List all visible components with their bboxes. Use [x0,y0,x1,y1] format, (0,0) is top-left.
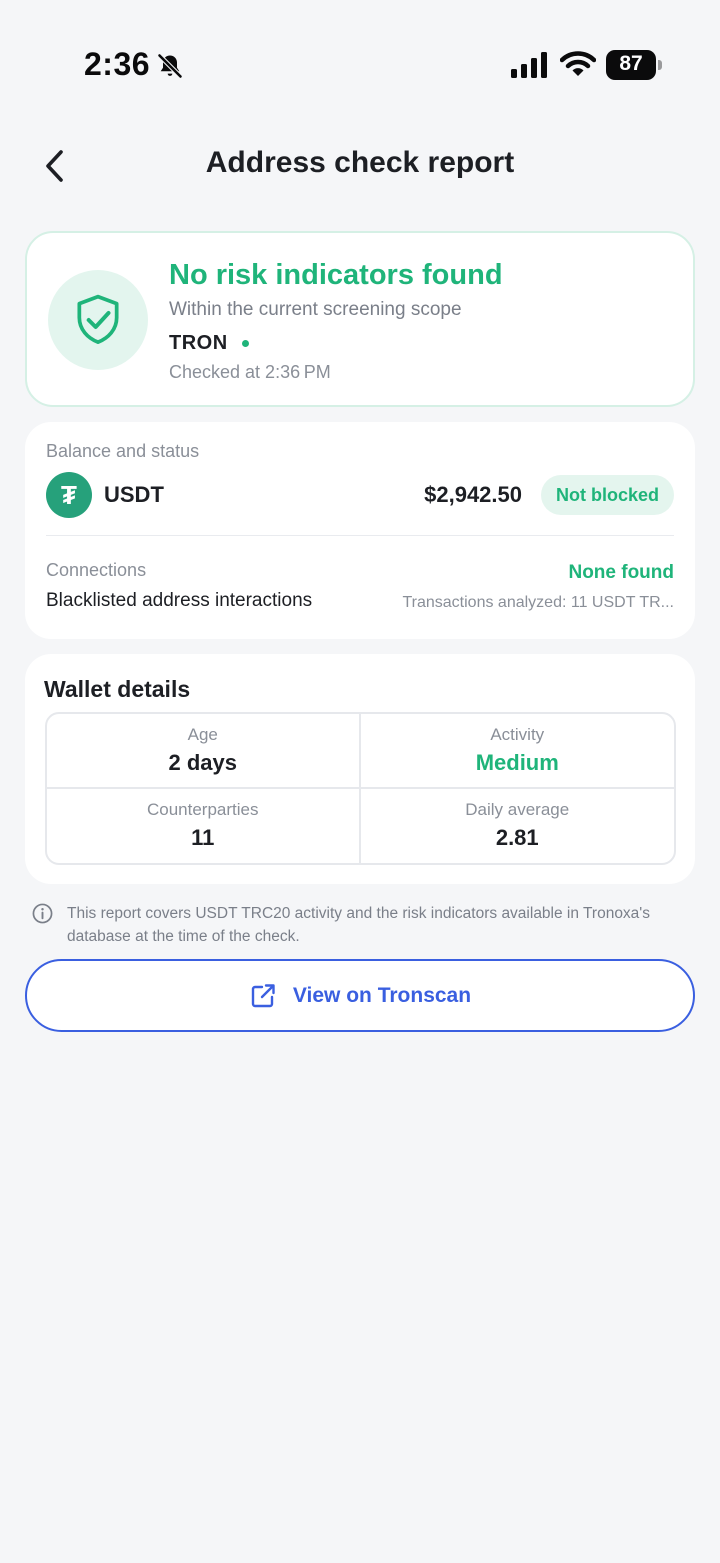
wallet-title: Wallet details [44,676,191,702]
stats-grid: Age 2 days Activity Medium Counterpartie… [45,712,676,865]
stat-value: 2.81 [495,825,539,851]
stat-label: Daily average [465,800,570,820]
stat-label: Age [187,724,218,744]
connections-text: Blacklisted address interactions [46,590,313,611]
connections-label: Connections [46,560,147,580]
balance-section-label: Balance and status [46,441,200,461]
result-card: No risk indicators found Within the curr… [25,231,695,407]
stat-value: Medium [475,749,559,775]
stat-label: Counterparties [146,800,259,820]
token-name: USDT [104,482,164,507]
stat-value: 11 [191,825,215,851]
shield-check-icon [77,294,119,345]
connections-status: None found [568,562,674,583]
page-title: Address check report [205,146,515,179]
wifi-icon [560,51,596,76]
stat-label: Activity [490,724,545,744]
balance-amount: $2,942.50 [424,482,522,507]
stat-counterparties: Counterparties 11 [47,788,361,863]
stat-activity: Activity Medium [360,714,674,789]
result-subtitle: Within the current screening scope [169,299,462,320]
external-link-icon [251,983,275,1007]
status-time: 2:36 [84,46,151,82]
disclaimer-text: This report covers USDT TRC20 activity a… [67,905,651,945]
wallet-card: Wallet details Age 2 days Activity Mediu… [25,654,695,884]
shield-badge [48,270,148,370]
connections-note: Transactions analyzed: 11 USDT TR... [402,594,674,611]
status-badge: Not blocked [540,475,674,515]
bell-muted-icon [157,53,183,79]
tether-icon: ₮ [46,472,92,518]
stat-age: Age 2 days [47,714,361,789]
screen: 2:36 87 Address check report No risk ind… [0,0,720,1563]
network-row: TRON [169,332,249,355]
checked-time: Checked at 2:36 PM [169,362,331,382]
network-name: TRON [169,332,228,354]
stat-daily-average: Daily average 2.81 [361,789,675,864]
divider [46,535,674,536]
stat-value: 2 days [168,749,238,775]
info-icon [32,903,53,924]
balance-card: Balance and status ₮ USDT $2,942.50 Not … [25,422,695,639]
tronscan-button-label: View on Tronscan [292,983,472,1007]
battery-indicator: 87 [606,50,662,80]
status-bar: 2:36 87 [0,0,720,120]
view-on-tronscan-button[interactable]: View on Tronscan [25,959,695,1032]
battery-level: 87 [619,52,643,75]
network-status-dot [241,340,249,347]
signal-icon [511,52,547,78]
result-title: No risk indicators found [169,259,503,291]
